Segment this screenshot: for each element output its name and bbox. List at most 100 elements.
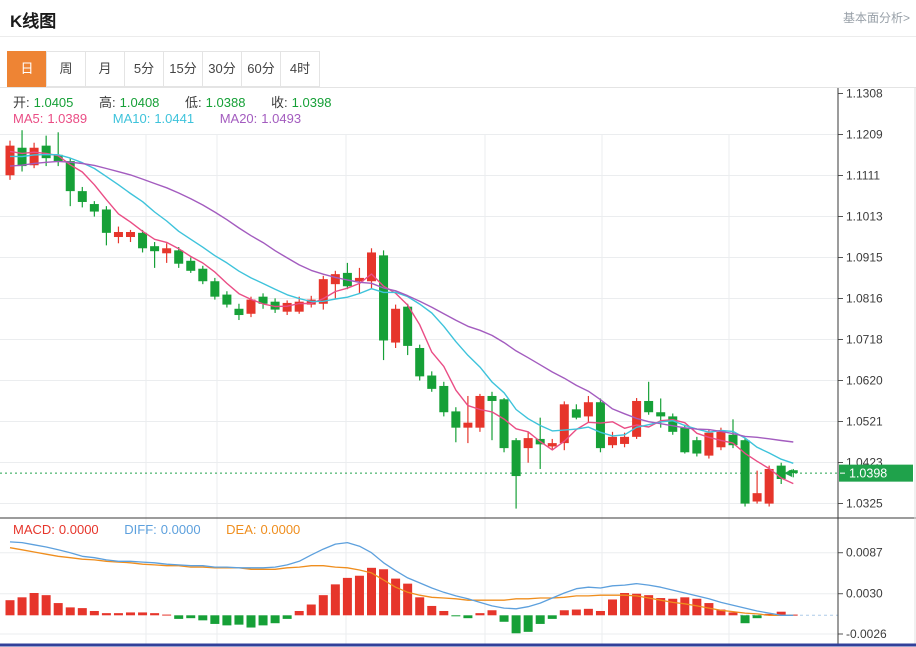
candle bbox=[439, 382, 448, 417]
tab-日[interactable]: 日 bbox=[7, 51, 47, 87]
fundamental-analysis-link[interactable]: 基本面分析> bbox=[843, 9, 910, 26]
macd-bar bbox=[186, 615, 195, 618]
tab-5分[interactable]: 5分 bbox=[124, 51, 164, 87]
candle bbox=[704, 430, 713, 459]
ma20-value: 1.0493 bbox=[261, 111, 301, 126]
candle bbox=[126, 230, 135, 242]
candle bbox=[596, 398, 605, 452]
candle bbox=[488, 392, 497, 440]
candle bbox=[500, 398, 509, 452]
candle bbox=[90, 201, 99, 216]
candle bbox=[186, 257, 195, 272]
tab-15分[interactable]: 15分 bbox=[163, 51, 203, 87]
candle bbox=[427, 371, 436, 391]
macd-bar bbox=[295, 611, 304, 615]
macd-bar bbox=[451, 615, 460, 616]
macd-tick-label: 0.0030 bbox=[846, 587, 883, 601]
macd-bar bbox=[18, 597, 27, 615]
macd-bar bbox=[198, 615, 207, 620]
macd-bar bbox=[210, 615, 219, 624]
bottom-border bbox=[0, 644, 916, 647]
macd-bar bbox=[475, 613, 484, 615]
macd-bar bbox=[102, 613, 111, 615]
candle bbox=[198, 266, 207, 284]
price-tick-label: 1.1013 bbox=[846, 210, 883, 224]
macd-bar bbox=[463, 615, 472, 618]
macd-bar bbox=[548, 615, 557, 619]
tab-60分[interactable]: 60分 bbox=[241, 51, 281, 87]
ma-legend: MA5:1.0389 MA10:1.0441 MA20:1.0493 bbox=[13, 111, 305, 126]
macd-bar bbox=[331, 584, 340, 615]
ma10-value: 1.0441 bbox=[154, 111, 194, 126]
candle bbox=[475, 394, 484, 432]
candle bbox=[463, 396, 472, 443]
dea-label: DEA: bbox=[226, 522, 256, 537]
low-value: 1.0388 bbox=[206, 95, 246, 110]
macd-bar bbox=[524, 615, 533, 632]
tab-4时[interactable]: 4时 bbox=[280, 51, 320, 87]
candle bbox=[102, 206, 111, 245]
macd-bar bbox=[620, 593, 629, 615]
macd-bar bbox=[78, 608, 87, 615]
macd-bar bbox=[560, 610, 569, 615]
macd-bar bbox=[234, 615, 243, 624]
macd-bar bbox=[42, 595, 51, 615]
macd-bar bbox=[753, 615, 762, 618]
candle bbox=[584, 396, 593, 423]
tab-30分[interactable]: 30分 bbox=[202, 51, 242, 87]
macd-bar bbox=[138, 612, 147, 615]
candle bbox=[789, 469, 798, 477]
macd-bar bbox=[488, 610, 497, 615]
price-tick-label: 1.1209 bbox=[846, 128, 883, 142]
macd-value: 0.0000 bbox=[59, 522, 99, 537]
macd-bar bbox=[572, 610, 581, 616]
price-tick-label: 1.0325 bbox=[846, 497, 883, 511]
macd-bar bbox=[259, 615, 268, 625]
candle bbox=[331, 271, 340, 299]
candle bbox=[692, 437, 701, 457]
current-price-badge-label: 1.0398 bbox=[849, 467, 887, 481]
candle bbox=[741, 438, 750, 506]
dea-value: 0.0000 bbox=[261, 522, 301, 537]
candle bbox=[572, 404, 581, 419]
ma5-label: MA5: bbox=[13, 111, 43, 126]
candle bbox=[668, 413, 677, 434]
candle bbox=[512, 438, 521, 509]
candle bbox=[234, 304, 243, 320]
ma10-label: MA10: bbox=[113, 111, 151, 126]
ma5-value: 1.0389 bbox=[47, 111, 87, 126]
ohlc-legend: 开:1.0405 高:1.0408 低:1.0388 收:1.0398 bbox=[13, 92, 335, 111]
open-value: 1.0405 bbox=[34, 95, 74, 110]
header: K线图 基本面分析> bbox=[0, 0, 916, 37]
candle bbox=[644, 382, 653, 415]
macd-bar bbox=[500, 615, 509, 621]
price-tick-label: 1.0521 bbox=[846, 415, 883, 429]
macd-bar bbox=[283, 615, 292, 619]
tab-周[interactable]: 周 bbox=[46, 51, 86, 87]
macd-tick-label: 0.0087 bbox=[846, 546, 883, 560]
macd-bar bbox=[150, 613, 159, 615]
timeframe-tabbar: 日周月5分15分30分60分4时 bbox=[0, 51, 916, 88]
macd-bar bbox=[379, 569, 388, 615]
candle bbox=[210, 278, 219, 300]
close-label: 收: bbox=[271, 95, 288, 110]
candle bbox=[524, 432, 533, 463]
price-tick-label: 1.1111 bbox=[846, 169, 880, 183]
candle bbox=[150, 242, 159, 268]
macd-bar bbox=[536, 615, 545, 624]
price-tick-label: 1.0718 bbox=[846, 333, 883, 347]
macd-bar bbox=[307, 605, 316, 616]
candle bbox=[222, 291, 231, 307]
macd-bar bbox=[54, 603, 63, 615]
candle bbox=[680, 425, 689, 454]
tab-月[interactable]: 月 bbox=[85, 51, 125, 87]
macd-bar bbox=[729, 612, 738, 615]
candle bbox=[379, 250, 388, 360]
macd-bar bbox=[403, 584, 412, 616]
price-tick-label: 1.1308 bbox=[846, 87, 883, 101]
close-value: 1.0398 bbox=[292, 95, 332, 110]
macd-bar bbox=[90, 611, 99, 615]
candle bbox=[777, 463, 786, 484]
high-value: 1.0408 bbox=[120, 95, 160, 110]
macd-bar bbox=[319, 595, 328, 615]
